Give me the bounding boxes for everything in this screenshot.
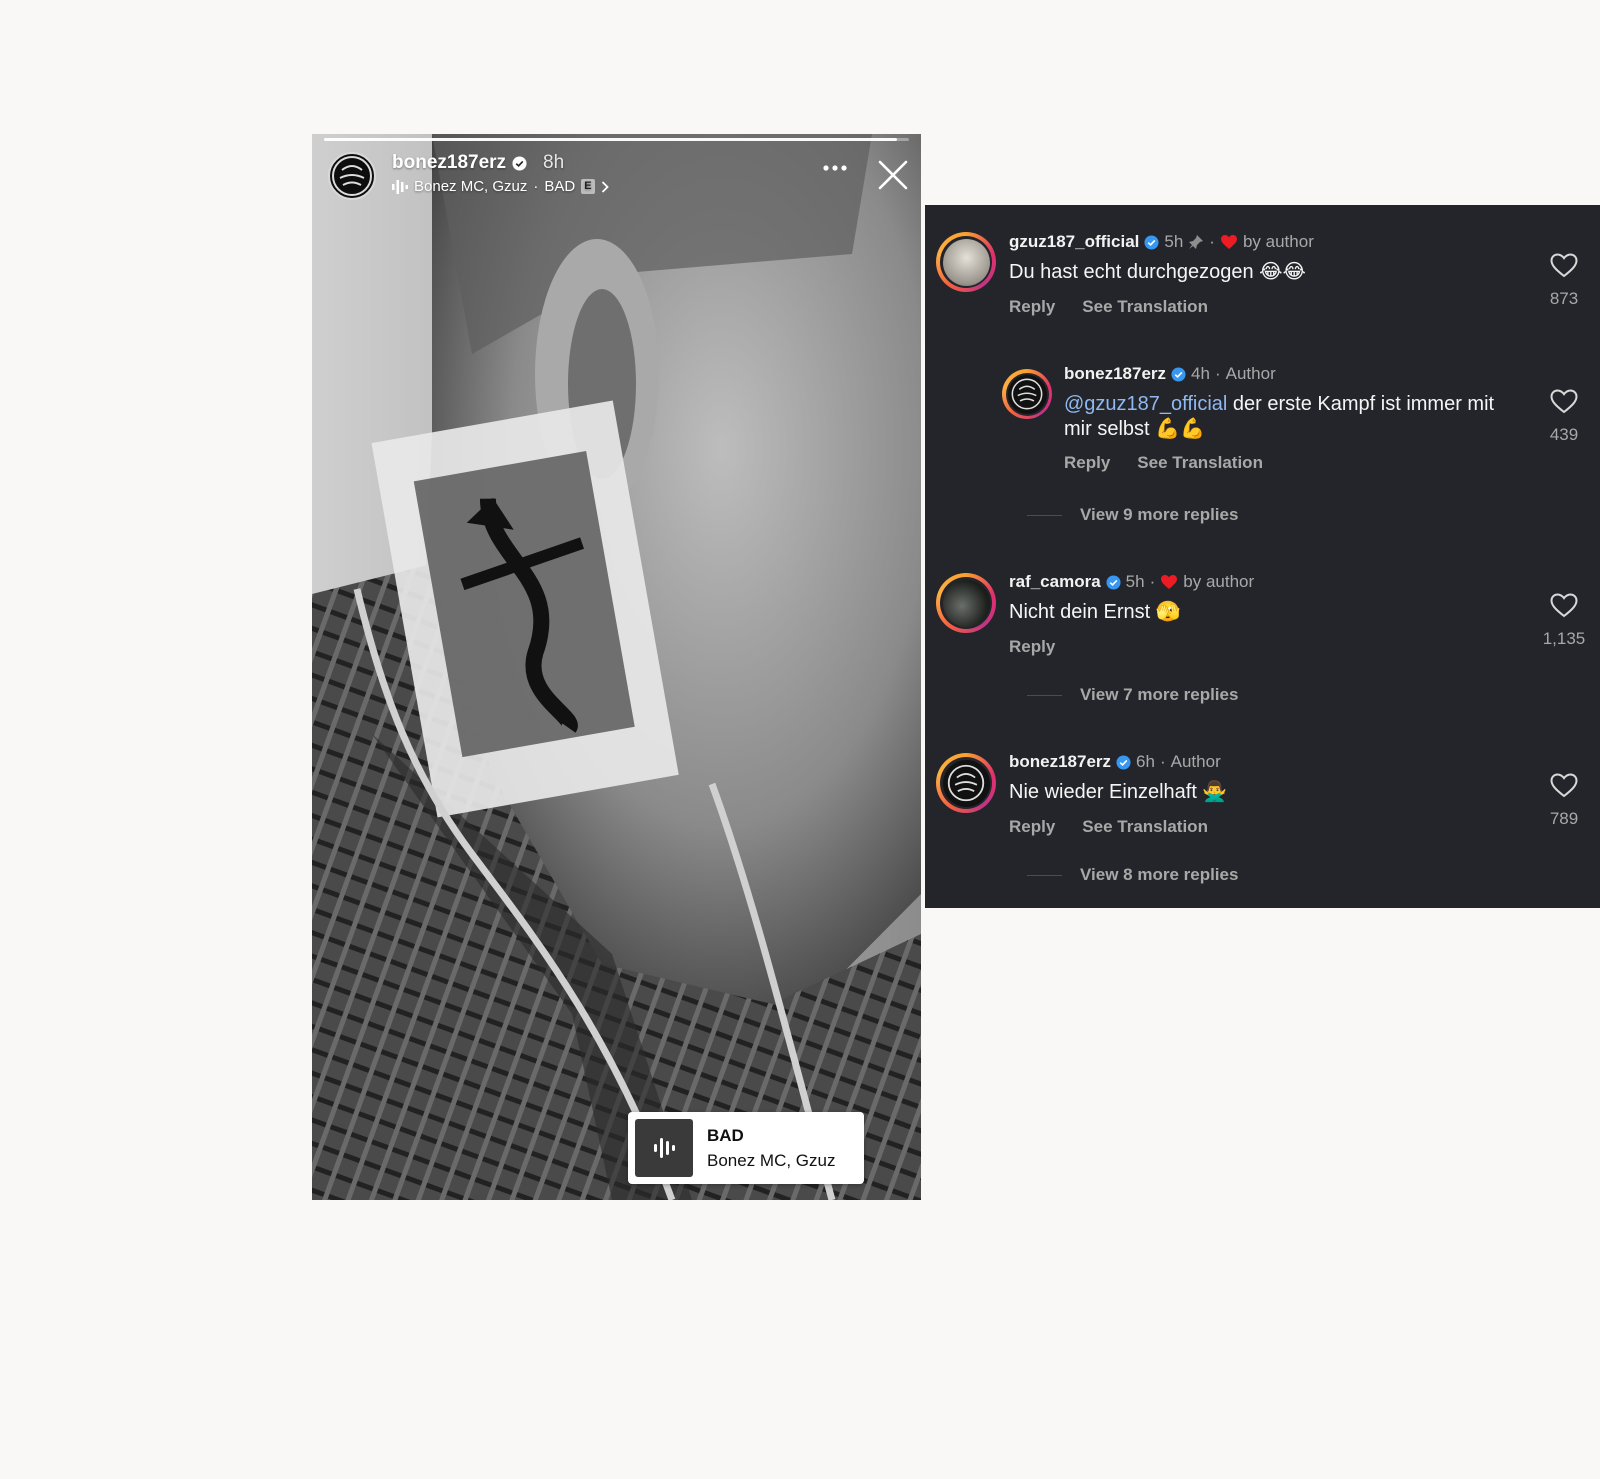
comment-actions: Reply See Translation bbox=[1009, 817, 1208, 837]
author-label: Author bbox=[1225, 364, 1276, 383]
avatar-image bbox=[1007, 374, 1047, 414]
close-icon[interactable] bbox=[878, 160, 908, 190]
view-more-replies[interactable]: View 9 more replies bbox=[1027, 505, 1238, 525]
story-avatar[interactable] bbox=[328, 152, 376, 200]
comment-actions: Reply bbox=[1009, 637, 1055, 657]
audio-bars-icon bbox=[654, 1138, 675, 1158]
comment-text: Du hast echt durchgezogen 😂😂 bbox=[1009, 261, 1306, 283]
comment-username[interactable]: bonez187erz bbox=[1064, 364, 1166, 384]
story-timestamp: 8h bbox=[543, 152, 565, 173]
like-control: 1,135 bbox=[1542, 593, 1586, 649]
heart-outline-icon[interactable] bbox=[1550, 773, 1578, 798]
story-username[interactable]: bonez187erz bbox=[392, 152, 506, 174]
story-progress-bar bbox=[324, 138, 909, 141]
comment-header: bonez187erz 6h · Author bbox=[1009, 752, 1221, 772]
pin-icon bbox=[1189, 235, 1204, 249]
story-music-artists: Bonez MC, Gzuz bbox=[414, 178, 528, 195]
heart-outline-icon[interactable] bbox=[1550, 253, 1578, 278]
chevron-right-icon bbox=[601, 180, 609, 193]
mention-link[interactable]: @gzuz187_official bbox=[1064, 393, 1227, 415]
see-translation-button[interactable]: See Translation bbox=[1082, 297, 1208, 317]
like-count: 439 bbox=[1549, 425, 1579, 444]
avatar-logo-icon bbox=[947, 764, 985, 802]
verified-badge-icon bbox=[512, 155, 527, 171]
comment-header: gzuz187_official 5h · by author bbox=[1009, 232, 1314, 252]
like-control: 789 bbox=[1542, 773, 1586, 829]
comments-panel: gzuz187_official 5h · by author Du hast … bbox=[925, 205, 1600, 908]
avatar-logo-icon bbox=[1011, 378, 1043, 410]
author-label: Author bbox=[1170, 752, 1221, 771]
like-count: 873 bbox=[1549, 289, 1579, 308]
like-control: 873 bbox=[1542, 253, 1586, 309]
view-more-replies[interactable]: View 8 more replies bbox=[1027, 865, 1238, 885]
comment-text: Nie wieder Einzelhaft 🙅‍♂️ bbox=[1009, 781, 1228, 803]
sticker-title: BAD bbox=[707, 1125, 744, 1145]
comment-item: raf_camora 5h · by author Nicht dein Ern… bbox=[925, 545, 1600, 675]
music-sticker[interactable]: BAD Bonez MC, Gzuz bbox=[628, 1112, 864, 1184]
more-options-icon[interactable] bbox=[822, 164, 848, 172]
comment-item: bonez187erz 6h · Author Nie wieder Einze… bbox=[925, 725, 1600, 855]
like-count: 1,135 bbox=[1542, 629, 1586, 648]
view-more-replies[interactable]: View 7 more replies bbox=[1027, 685, 1238, 705]
explicit-badge: E bbox=[581, 179, 595, 194]
avatar[interactable] bbox=[936, 232, 996, 292]
see-translation-button[interactable]: See Translation bbox=[1082, 817, 1208, 837]
comment-text: @gzuz187_official der erste Kampf ist im… bbox=[1064, 392, 1514, 442]
story-viewer: bonez187erz 8h Bonez MC, Gzuz · BAD E BA… bbox=[312, 134, 921, 1200]
avatar[interactable] bbox=[936, 753, 996, 813]
avatar-image bbox=[942, 759, 990, 807]
verified-badge-icon bbox=[1144, 234, 1159, 250]
reply-button[interactable]: Reply bbox=[1009, 297, 1055, 317]
verified-badge-icon bbox=[1106, 574, 1121, 590]
sticker-text: BAD Bonez MC, Gzuz bbox=[707, 1126, 836, 1171]
comment-time: 5h bbox=[1164, 232, 1184, 251]
sticker-album-art bbox=[635, 1119, 693, 1177]
see-translation-button[interactable]: See Translation bbox=[1137, 453, 1263, 473]
verified-badge-icon bbox=[1171, 366, 1186, 382]
comment-actions: Reply See Translation bbox=[1064, 453, 1263, 473]
heart-outline-icon[interactable] bbox=[1550, 389, 1578, 414]
story-music-label[interactable]: Bonez MC, Gzuz · BAD E bbox=[392, 178, 609, 195]
story-header-user[interactable]: bonez187erz 8h bbox=[392, 152, 564, 174]
view-more-replies-label[interactable]: View 9 more replies bbox=[1080, 505, 1238, 525]
story-progress-fill bbox=[324, 138, 898, 141]
comment-time: 4h bbox=[1191, 364, 1210, 383]
verified-badge-icon bbox=[1116, 754, 1131, 770]
audio-bars-icon bbox=[392, 179, 408, 194]
reply-button[interactable]: Reply bbox=[1009, 817, 1055, 837]
avatar[interactable] bbox=[936, 573, 996, 633]
reply-button[interactable]: Reply bbox=[1064, 453, 1110, 473]
sticker-artist: Bonez MC, Gzuz bbox=[707, 1150, 836, 1170]
comment-time: 5h bbox=[1125, 572, 1145, 591]
comment-header: raf_camora 5h · by author bbox=[1009, 572, 1255, 592]
avatar-image bbox=[942, 579, 990, 627]
view-more-replies-label[interactable]: View 7 more replies bbox=[1080, 685, 1238, 705]
comment-reply-item: bonez187erz 4h · Author @gzuz187_officia… bbox=[925, 345, 1600, 505]
story-music-separator: · bbox=[533, 178, 539, 195]
story-photo bbox=[312, 134, 921, 1200]
heart-outline-icon[interactable] bbox=[1550, 593, 1578, 618]
comment-username[interactable]: raf_camora bbox=[1009, 572, 1101, 592]
liked-by-author-heart-icon bbox=[1161, 575, 1178, 589]
avatar-logo-icon bbox=[332, 156, 372, 196]
liked-by-author-label: by author bbox=[1183, 572, 1255, 591]
comment-actions: Reply See Translation bbox=[1009, 297, 1208, 317]
avatar[interactable] bbox=[1002, 369, 1052, 419]
comment-item: gzuz187_official 5h · by author Du hast … bbox=[925, 205, 1600, 335]
like-count: 789 bbox=[1549, 809, 1579, 828]
comment-time: 6h bbox=[1136, 752, 1155, 771]
comment-username[interactable]: bonez187erz bbox=[1009, 752, 1111, 772]
comment-header: bonez187erz 4h · Author bbox=[1064, 364, 1276, 384]
comment-text: Nicht dein Ernst 🫣 bbox=[1009, 601, 1181, 623]
comment-username[interactable]: gzuz187_official bbox=[1009, 232, 1139, 252]
avatar-image bbox=[942, 238, 990, 286]
story-music-track: BAD bbox=[544, 178, 576, 195]
reply-button[interactable]: Reply bbox=[1009, 637, 1055, 657]
like-control: 439 bbox=[1542, 389, 1586, 445]
view-more-replies-label[interactable]: View 8 more replies bbox=[1080, 865, 1238, 885]
liked-by-author-heart-icon bbox=[1220, 235, 1237, 249]
liked-by-author-label: by author bbox=[1242, 232, 1314, 251]
